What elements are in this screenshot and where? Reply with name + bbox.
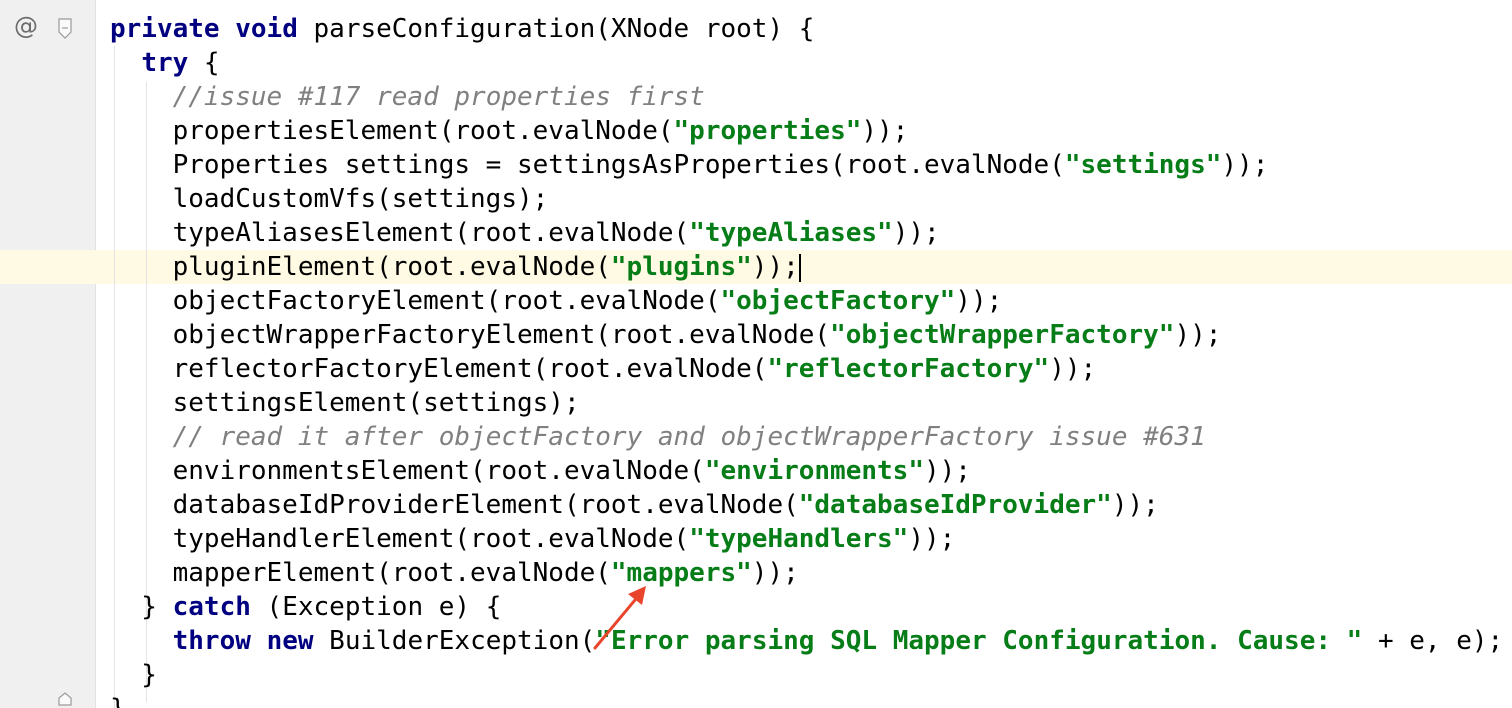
code-text: )); bbox=[955, 286, 1003, 316]
code-text: typeHandlerElement(root.evalNode( bbox=[110, 524, 690, 554]
code-text: objectFactoryElement(root.evalNode( bbox=[110, 286, 721, 316]
code-line[interactable]: settingsElement(settings); bbox=[110, 386, 580, 420]
string-literal: "properties" bbox=[673, 116, 862, 146]
code-text: loadCustomVfs(settings); bbox=[110, 184, 549, 214]
code-text: )); bbox=[1111, 490, 1159, 520]
code-line[interactable]: objectWrapperFactoryElement(root.evalNod… bbox=[110, 318, 1222, 352]
code-line[interactable]: } catch (Exception e) { bbox=[110, 590, 501, 624]
code-text: )); bbox=[908, 524, 956, 554]
code-text: parseConfiguration(XNode root) { bbox=[297, 14, 815, 44]
text-caret bbox=[798, 253, 801, 282]
code-line[interactable]: Properties settings = settingsAsProperti… bbox=[110, 148, 1269, 182]
code-text: )); bbox=[923, 456, 971, 486]
code-text: environmentsElement(root.evalNode( bbox=[110, 456, 705, 486]
string-literal: "environments" bbox=[704, 456, 924, 486]
code-text: (Exception e) { bbox=[250, 592, 502, 622]
code-line[interactable]: typeHandlerElement(root.evalNode("typeHa… bbox=[110, 522, 956, 556]
string-literal: "plugins" bbox=[610, 252, 752, 282]
code-text: )); bbox=[861, 116, 909, 146]
code-text: reflectorFactoryElement(root.evalNode( bbox=[110, 354, 768, 384]
code-line[interactable]: // read it after objectFactory and objec… bbox=[110, 420, 1206, 454]
string-literal: "objectFactory" bbox=[720, 286, 956, 316]
code-area[interactable]: private void parseConfiguration(XNode ro… bbox=[0, 0, 1512, 708]
code-line[interactable]: throw new BuilderException("Error parsin… bbox=[110, 624, 1504, 658]
keyword-token: new bbox=[266, 626, 314, 656]
string-literal: "typeHandlers" bbox=[689, 524, 909, 554]
code-line[interactable]: environmentsElement(root.evalNode("envir… bbox=[110, 454, 971, 488]
code-editor[interactable]: @ private void parseConfiguration(XNode … bbox=[0, 0, 1512, 708]
code-text: )); bbox=[892, 218, 940, 248]
code-text: + e, e); bbox=[1362, 626, 1504, 656]
code-line[interactable]: private void parseConfiguration(XNode ro… bbox=[110, 12, 814, 46]
code-text: pluginElement(root.evalNode( bbox=[110, 252, 611, 282]
code-line[interactable]: //issue #117 read properties first bbox=[110, 80, 705, 114]
string-literal: "mappers" bbox=[610, 558, 752, 588]
code-text: BuilderException( bbox=[313, 626, 596, 656]
code-line[interactable]: try { bbox=[110, 46, 220, 80]
code-line[interactable]: propertiesElement(root.evalNode("propert… bbox=[110, 114, 909, 148]
string-literal: "Error parsing SQL Mapper Configuration.… bbox=[595, 626, 1363, 656]
code-text: propertiesElement(root.evalNode( bbox=[110, 116, 674, 146]
code-text: settingsElement(settings); bbox=[110, 388, 580, 418]
comment-text: // read it after objectFactory and objec… bbox=[172, 422, 1206, 452]
code-line[interactable]: objectFactoryElement(root.evalNode("obje… bbox=[110, 284, 1003, 318]
string-literal: "objectWrapperFactory" bbox=[830, 320, 1175, 350]
code-text: } bbox=[110, 694, 126, 708]
keyword-token: catch bbox=[172, 592, 251, 622]
keyword-token: try bbox=[141, 48, 189, 78]
keyword-token: private bbox=[110, 14, 220, 44]
code-line[interactable]: typeAliasesElement(root.evalNode("typeAl… bbox=[110, 216, 940, 250]
code-text: } bbox=[110, 660, 157, 690]
code-line[interactable]: mapperElement(root.evalNode("mappers")); bbox=[110, 556, 799, 590]
code-line[interactable]: } bbox=[110, 658, 157, 692]
code-line[interactable]: databaseIdProviderElement(root.evalNode(… bbox=[110, 488, 1159, 522]
code-text: )); bbox=[751, 558, 799, 588]
string-literal: "typeAliases" bbox=[689, 218, 893, 248]
code-text: )); bbox=[1221, 150, 1269, 180]
code-text: )); bbox=[751, 252, 799, 282]
code-line[interactable]: loadCustomVfs(settings); bbox=[110, 182, 549, 216]
code-text: { bbox=[188, 48, 220, 78]
code-text: Properties settings = settingsAsProperti… bbox=[110, 150, 1065, 180]
code-text: } bbox=[110, 592, 173, 622]
code-line[interactable]: } bbox=[110, 692, 126, 708]
code-text: )); bbox=[1049, 354, 1097, 384]
keyword-token: throw bbox=[172, 626, 251, 656]
code-text: typeAliasesElement(root.evalNode( bbox=[110, 218, 690, 248]
code-text: mapperElement(root.evalNode( bbox=[110, 558, 611, 588]
code-line[interactable]: pluginElement(root.evalNode("plugins")); bbox=[110, 250, 801, 284]
comment-text: //issue #117 read properties first bbox=[172, 82, 705, 112]
string-literal: "reflectorFactory" bbox=[767, 354, 1050, 384]
code-text: objectWrapperFactoryElement(root.evalNod… bbox=[110, 320, 831, 350]
code-text: )); bbox=[1174, 320, 1222, 350]
keyword-token: void bbox=[235, 14, 298, 44]
code-text: databaseIdProviderElement(root.evalNode( bbox=[110, 490, 799, 520]
string-literal: "databaseIdProvider" bbox=[798, 490, 1112, 520]
string-literal: "settings" bbox=[1064, 150, 1222, 180]
code-line[interactable]: reflectorFactoryElement(root.evalNode("r… bbox=[110, 352, 1097, 386]
